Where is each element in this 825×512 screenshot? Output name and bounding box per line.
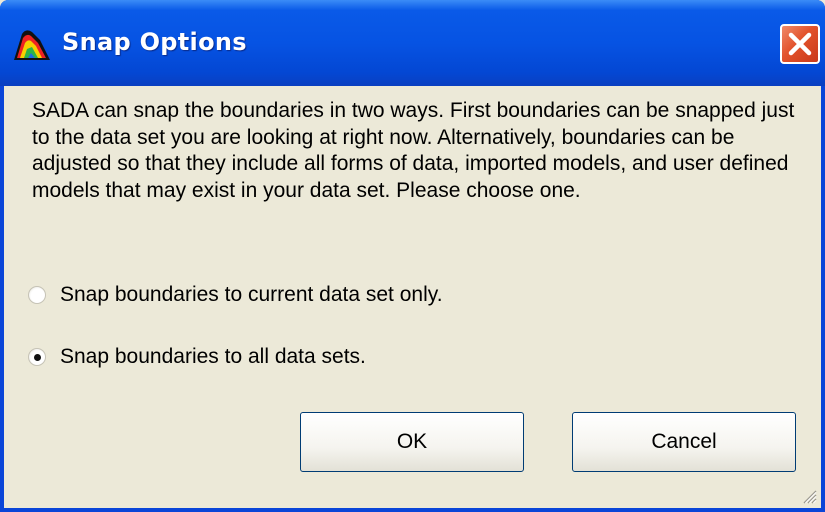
radio-label-all-data-sets: Snap boundaries to all data sets.	[60, 345, 366, 368]
resize-grip-icon[interactable]	[801, 488, 817, 504]
title-bar[interactable]: Snap Options	[0, 0, 825, 86]
window-border	[0, 508, 825, 512]
radio-current-data-set[interactable]: Snap boundaries to current data set only…	[28, 282, 443, 308]
snap-options-dialog: Snap Options SADA can snap the boundarie…	[0, 0, 825, 512]
dialog-message: SADA can snap the boundaries in two ways…	[32, 99, 795, 202]
cancel-button[interactable]: Cancel	[572, 412, 796, 472]
radio-button-all-data-sets[interactable]	[28, 348, 46, 366]
dialog-body: SADA can snap the boundaries in two ways…	[4, 86, 821, 508]
radio-all-data-sets[interactable]: Snap boundaries to all data sets.	[28, 344, 366, 370]
close-icon	[788, 32, 812, 56]
window-title: Snap Options	[62, 28, 247, 56]
close-button[interactable]	[780, 24, 820, 64]
radio-button-current-data-set[interactable]	[28, 286, 46, 304]
radio-label-current-data-set: Snap boundaries to current data set only…	[60, 283, 443, 306]
sada-app-icon	[14, 30, 50, 60]
ok-button[interactable]: OK	[300, 412, 524, 472]
